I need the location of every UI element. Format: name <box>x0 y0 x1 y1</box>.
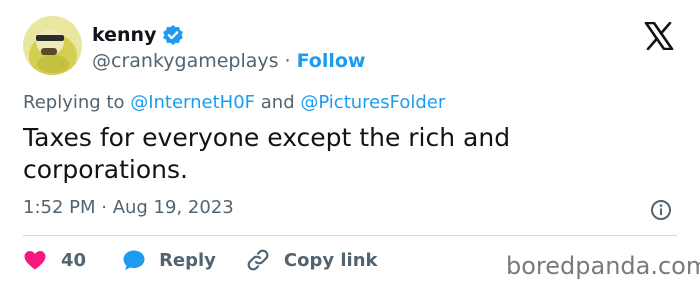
copy-link-button[interactable]: Copy link <box>246 248 378 272</box>
like-count: 40 <box>61 249 87 271</box>
tweet-timestamp[interactable]: 1:52 PM · Aug 19, 2023 <box>23 197 234 218</box>
author-handle[interactable]: @crankygameplays <box>92 50 279 72</box>
heart-icon <box>24 251 46 270</box>
avatar-image <box>23 16 82 75</box>
handle-row: @crankygameplays · Follow <box>92 48 366 74</box>
replying-conjunction: and <box>255 92 301 113</box>
copy-link-label: Copy link <box>283 249 378 271</box>
like-button[interactable]: 40 <box>23 249 86 271</box>
info-icon[interactable] <box>650 199 672 221</box>
follow-button[interactable]: Follow <box>297 50 366 72</box>
mention-internethof[interactable]: @InternetH0F <box>130 92 255 113</box>
author-name-row: kenny <box>92 21 184 49</box>
mention-picturesfolder[interactable]: @PicturesFolder <box>300 92 445 113</box>
x-logo-icon[interactable] <box>644 21 674 51</box>
link-icon <box>247 249 269 271</box>
separator-dot: · <box>284 50 291 72</box>
reply-button[interactable]: Reply <box>122 249 216 271</box>
author-name[interactable]: kenny <box>92 24 156 46</box>
replying-to-line: Replying to @InternetH0F and @PicturesFo… <box>23 92 445 113</box>
reply-label: Reply <box>159 249 216 271</box>
verified-badge-icon <box>162 24 184 46</box>
avatar[interactable] <box>23 16 82 75</box>
tweet-text: Taxes for everyone except the rich and c… <box>23 123 511 184</box>
action-bar: 40 Reply Copy link <box>23 247 378 273</box>
divider <box>23 235 677 236</box>
watermark: boredpanda.com <box>506 252 700 280</box>
reply-bubble-icon <box>123 250 145 270</box>
replying-prefix: Replying to <box>23 92 131 113</box>
